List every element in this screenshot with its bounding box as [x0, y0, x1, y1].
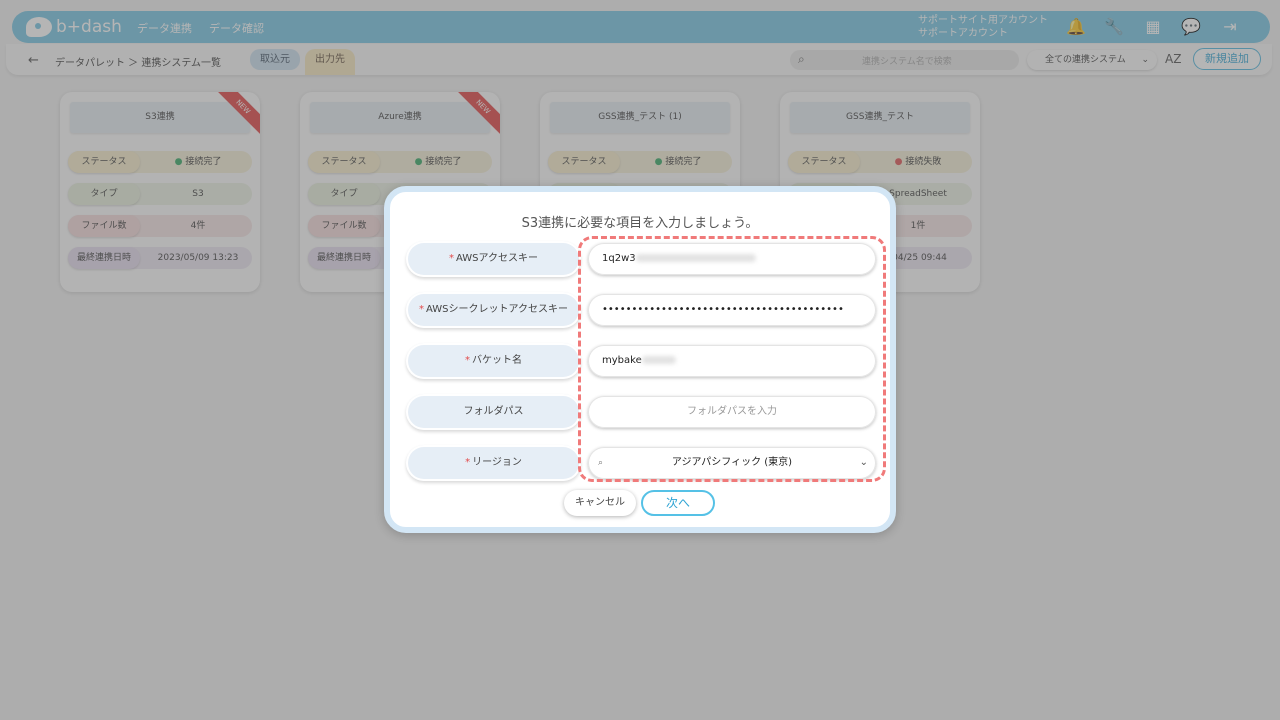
folder-path-label: フォルダパス — [463, 406, 524, 417]
chevron-down-icon: ⌄ — [859, 457, 868, 468]
field-label-access-key: * AWSアクセスキー — [406, 241, 581, 277]
required-mark: * — [418, 304, 424, 315]
masked-region — [635, 254, 756, 262]
field-label-bucket: * バケット名 — [406, 343, 581, 379]
field-label-secret-key: * AWSシークレットアクセスキー — [406, 292, 581, 328]
access-key-value: 1q2w3 — [602, 253, 636, 264]
required-mark: * — [448, 253, 454, 264]
region-select[interactable]: ⌕ アジアパシフィック (東京) ⌄ — [588, 447, 876, 479]
search-icon: ⌕ — [598, 458, 604, 468]
region-value: アジアパシフィック (東京) — [671, 457, 793, 468]
secret-key-value: ••••••••••••••••••••••••••••••••••••••••… — [602, 304, 844, 315]
modal-title: S3連携に必要な項目を入力しましょう。 — [521, 216, 759, 231]
bucket-label: バケット名 — [472, 355, 522, 366]
field-label-folder-path: フォルダパス — [406, 394, 581, 430]
folder-path-input[interactable]: フォルダパスを入力 — [588, 396, 876, 428]
required-mark: * — [465, 457, 471, 468]
access-key-input[interactable]: 1q2w3 — [588, 243, 876, 275]
secret-key-label: AWSシークレットアクセスキー — [425, 304, 569, 315]
folder-path-placeholder: フォルダパスを入力 — [687, 406, 777, 417]
next-button[interactable]: 次へ — [641, 490, 715, 516]
masked-region — [641, 356, 676, 364]
access-key-label: AWSアクセスキー — [455, 253, 539, 264]
bucket-value: mybake — [602, 355, 642, 366]
cancel-button[interactable]: キャンセル — [564, 490, 636, 516]
region-label: リージョン — [472, 457, 522, 468]
bucket-name-input[interactable]: mybake — [588, 345, 876, 377]
required-mark: * — [465, 355, 470, 366]
s3-settings-modal: S3連携に必要な項目を入力しましょう。 * AWSアクセスキー 1q2w3 * AW… — [384, 186, 896, 533]
secret-key-input[interactable]: ••••••••••••••••••••••••••••••••••••••••… — [588, 294, 876, 326]
field-label-region: * リージョン — [406, 445, 581, 481]
